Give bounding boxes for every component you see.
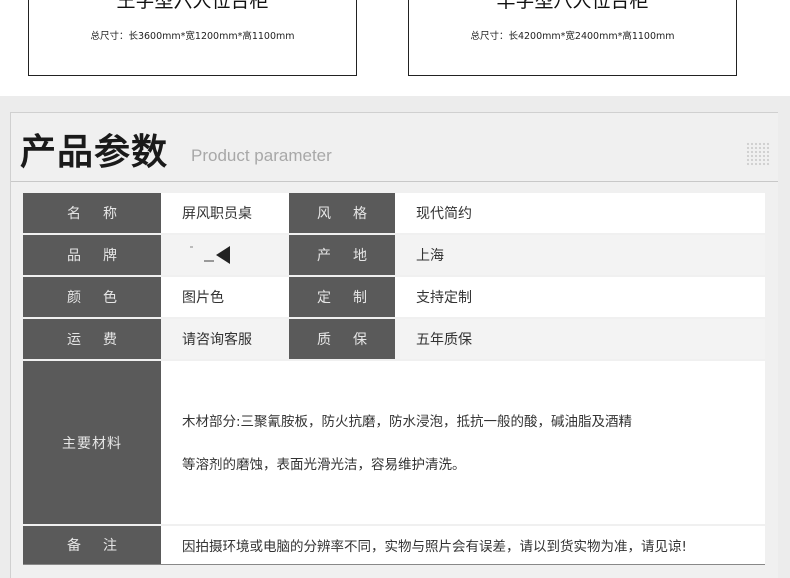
product-card[interactable]: 王字型六人位台柜 总尺寸：长3600mm*宽1200mm*高1100mm (28, 0, 357, 76)
table-row: 备注 因拍摄环境或电脑的分辨率不同，实物与照片会有误差，请以到货实物为准，请见谅… (23, 526, 765, 564)
table-row: 颜色 图片色 定制 支持定制 (23, 277, 765, 317)
param-value: 请咨询客服 (161, 319, 289, 359)
param-label: 名称 (23, 193, 161, 233)
param-label: 产地 (289, 235, 395, 275)
param-value: 五年质保 (395, 319, 765, 359)
param-value: 因拍摄环境或电脑的分辨率不同，实物与照片会有误差，请以到货实物为准，请见谅! (161, 526, 765, 564)
table-row: 品牌 产地 上海 (23, 235, 765, 275)
param-value (161, 235, 289, 275)
param-label: 品牌 (23, 235, 161, 275)
table-row: 名称 屏风职员桌 风格 现代简约 (23, 193, 765, 233)
parameter-table: 名称 屏风职员桌 风格 现代简约 品牌 产地 上海 颜色 图片色 定制 支持定制… (23, 193, 765, 565)
brand-logo (182, 244, 232, 266)
param-value: 屏风职员桌 (161, 193, 289, 233)
param-label: 备注 (23, 526, 161, 564)
table-row: 主要材料 木材部分:三聚氰胺板，防火抗磨，防水浸泡，抵抗一般的酸，碱油脂及酒精 … (23, 361, 765, 524)
param-value: 图片色 (161, 277, 289, 317)
material-line: 等溶剂的磨蚀，表面光滑光洁，容易维护清洗。 (182, 456, 466, 473)
product-size: 总尺寸：长3600mm*宽1200mm*高1100mm (90, 31, 295, 42)
param-label: 运费 (23, 319, 161, 359)
param-value: 支持定制 (395, 277, 765, 317)
dot-grid-icon (746, 142, 770, 166)
param-label: 主要材料 (23, 361, 161, 524)
param-label: 定制 (289, 277, 395, 317)
param-value: 现代简约 (395, 193, 765, 233)
param-label: 颜色 (23, 277, 161, 317)
param-label: 风格 (289, 193, 395, 233)
param-value: 上海 (395, 235, 765, 275)
material-line: 木材部分:三聚氰胺板，防火抗磨，防水浸泡，抵抗一般的酸，碱油脂及酒精 (182, 413, 633, 430)
section-subtitle: Product parameter (191, 146, 332, 165)
section-title: 产品参数 (20, 132, 169, 173)
divider (11, 181, 778, 182)
product-card[interactable]: 丰字型八人位台柜 总尺寸：长4200mm*宽2400mm*高1100mm (408, 0, 737, 76)
product-title: 王字型六人位台柜 (116, 0, 269, 12)
param-value: 木材部分:三聚氰胺板，防火抗磨，防水浸泡，抵抗一般的酸，碱油脂及酒精 等溶剂的磨… (161, 361, 765, 524)
table-row: 运费 请咨询客服 质保 五年质保 (23, 319, 765, 359)
product-size: 总尺寸：长4200mm*宽2400mm*高1100mm (470, 31, 675, 42)
product-title: 丰字型八人位台柜 (496, 0, 649, 12)
product-cards: 王字型六人位台柜 总尺寸：长3600mm*宽1200mm*高1100mm 丰字型… (0, 0, 790, 96)
param-label: 质保 (289, 319, 395, 359)
